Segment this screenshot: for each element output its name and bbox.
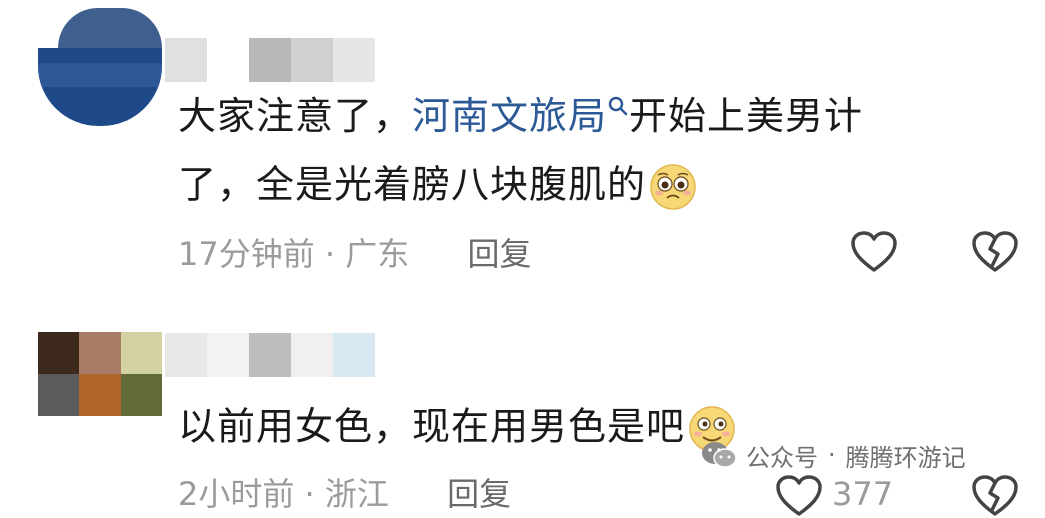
pleading-face-emoji-icon [650,164,696,210]
username-pixelated[interactable] [165,333,375,377]
comment-text-segment: 大家注意了， [178,94,413,138]
meta-separator: · [324,235,336,273]
comment-text-segment: 了，全是光着膀八块腹肌的 [178,162,647,207]
comment-text-segment: 开始上美男计 [629,94,864,138]
comment-location: 浙江 [324,475,389,513]
watermark: 公众号 · 腾腾环游记 [700,437,966,473]
search-icon[interactable] [607,94,629,134]
comment-meta: 17分钟前 · 广东 回复 [178,234,531,274]
comment-item: 大家注意了，河南文旅局 开始上美男计 了，全是光着膀八块腹肌的 17分钟前 · 广… [0,0,1045,290]
reply-button[interactable]: 回复 [447,475,511,513]
heart-outline-icon[interactable] [775,474,823,518]
like-count: 377 [832,475,894,513]
comment-meta: 2小时前 · 浙江 回复 [178,474,511,514]
wechat-icon [702,442,737,468]
watermark-prefix: 公众号 [746,443,818,472]
reply-button[interactable]: 回复 [467,235,531,273]
broken-heart-outline-icon[interactable] [971,474,1019,518]
avatar[interactable] [38,332,162,416]
avatar[interactable] [38,8,162,126]
username-pixelated[interactable] [165,38,375,82]
comment-time: 2小时前 [178,475,295,513]
comment-text: 大家注意了，河南文旅局 开始上美男计 [178,94,863,138]
watermark-separator: · [828,441,836,469]
comment-location: 广东 [345,235,410,273]
comment-time: 17分钟前 [178,235,315,273]
heart-outline-icon[interactable] [850,230,898,274]
watermark-name: 腾腾环游记 [845,443,966,472]
comment-text: 以前用女色，现在用男色是吧 [178,404,737,454]
search-link[interactable]: 河南文旅局 [412,94,607,138]
comment-text-segment: 以前用女色，现在用男色是吧 [178,404,686,449]
comment-text: 了，全是光着膀八块腹肌的 [178,162,698,212]
meta-separator: · [304,475,315,513]
broken-heart-outline-icon[interactable] [971,230,1019,274]
